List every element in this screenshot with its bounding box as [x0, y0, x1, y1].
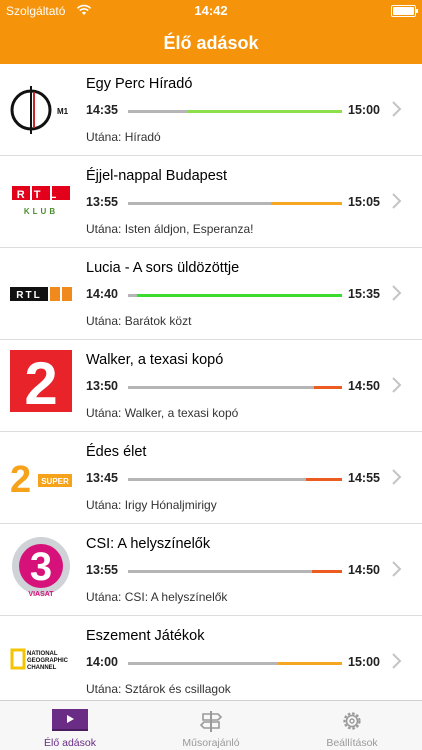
- list-item[interactable]: 3 VIASAT CSI: A helyszínelők 13:55 14:50…: [0, 524, 422, 616]
- super-tv2-logo-number: 2: [10, 459, 31, 501]
- battery-icon: [391, 5, 418, 17]
- svg-text:NATIONAL: NATIONAL: [27, 651, 58, 657]
- start-time: 13:55: [86, 195, 118, 209]
- tab-label: Élő adások: [44, 737, 96, 749]
- next-program: Utána: Barátok közt: [86, 314, 192, 328]
- viasat3-logo: 3 VIASAT: [12, 537, 70, 598]
- start-time: 14:35: [86, 103, 118, 117]
- progress-bar: [128, 294, 342, 297]
- navigation-bar: Szolgáltató 14:42 Élő adások: [0, 0, 422, 64]
- list-item[interactable]: 2 Walker, a texasi kopó 13:50 14:50 Után…: [0, 340, 422, 432]
- progress-bar: [128, 478, 342, 481]
- rtl-klub-logo: RTL KLUB: [12, 186, 70, 216]
- program-title: Walker, a texasi kopó: [86, 352, 224, 368]
- program-title: Lucia - A sors üldözöttje: [86, 260, 240, 276]
- viasat-logo-text: VIASAT: [28, 591, 54, 598]
- start-time: 13:50: [86, 379, 118, 393]
- rtl-logo-text: RTL: [17, 189, 65, 201]
- program-title: Eszement Játékok: [86, 628, 205, 644]
- channel-list[interactable]: M1 Egy Perc Híradó 14:35 15:00 Utána: Hí…: [0, 64, 422, 700]
- tv-icon: [52, 709, 88, 731]
- m1-logo-text: M1: [57, 107, 69, 116]
- list-item[interactable]: 2 SUPER Édes élet 13:45 14:55 Utána: Iri…: [0, 432, 422, 524]
- svg-text:CHANNEL: CHANNEL: [27, 665, 57, 671]
- tab-settings[interactable]: Beállítások: [282, 701, 422, 750]
- end-time: 15:00: [348, 103, 380, 117]
- program-title: Éjjel-nappal Budapest: [86, 168, 228, 184]
- next-program: Utána: Sztárok és csillagok: [86, 682, 231, 696]
- progress-bar: [128, 202, 342, 205]
- tab-label: Beállítások: [326, 737, 378, 749]
- m1-logo: M1: [10, 86, 69, 134]
- program-title: Édes élet: [86, 444, 147, 460]
- super-tv2-logo: 2 SUPER: [10, 459, 72, 501]
- clock: 14:42: [194, 3, 228, 18]
- national-geographic-logo: NATIONAL GEOGRAPHIC CHANNEL: [10, 648, 69, 671]
- end-time: 14:50: [348, 563, 380, 577]
- gear-icon: [343, 712, 361, 730]
- rtl-2-logo: RTL: [10, 287, 72, 301]
- tab-recommendations[interactable]: Műsorajánló: [141, 701, 281, 750]
- chevron-right-icon: [392, 653, 402, 669]
- end-time: 15:05: [348, 195, 380, 209]
- start-time: 14:00: [86, 655, 118, 669]
- list-item[interactable]: NATIONAL GEOGRAPHIC CHANNEL Eszement Ját…: [0, 616, 422, 700]
- program-title: Egy Perc Híradó: [86, 76, 193, 92]
- end-time: 14:55: [348, 471, 380, 485]
- tab-live[interactable]: Élő adások: [0, 701, 140, 750]
- next-program: Utána: Híradó: [86, 130, 161, 144]
- klub-logo-text: KLUB: [24, 207, 58, 216]
- list-item[interactable]: RTL KLUB Éjjel-nappal Budapest 13:55 15:…: [0, 156, 422, 248]
- start-time: 13:55: [86, 563, 118, 577]
- page-title: Élő adások: [163, 33, 259, 53]
- chevron-right-icon: [392, 285, 402, 301]
- list-item[interactable]: M1 Egy Perc Híradó 14:35 15:00 Utána: Hí…: [0, 64, 422, 156]
- end-time: 15:00: [348, 655, 380, 669]
- list-item[interactable]: RTL Lucia - A sors üldözöttje 14:40 15:3…: [0, 248, 422, 340]
- signpost-icon: [199, 711, 223, 732]
- program-title: CSI: A helyszínelők: [86, 536, 211, 552]
- rtl2-logo-text: RTL: [16, 290, 41, 301]
- next-program: Utána: CSI: A helyszínelők: [86, 590, 228, 604]
- svg-text:GEOGRAPHIC: GEOGRAPHIC: [27, 658, 69, 664]
- end-time: 14:50: [348, 379, 380, 393]
- progress-bar: [128, 110, 342, 113]
- viasat3-logo-number: 3: [30, 545, 52, 589]
- super-logo-text: SUPER: [41, 477, 69, 486]
- chevron-right-icon: [392, 469, 402, 485]
- next-program: Utána: Irigy Hónaljmirigy: [86, 498, 217, 512]
- progress-bar: [128, 386, 342, 389]
- start-time: 13:45: [86, 471, 118, 485]
- tv2-logo: 2: [10, 350, 72, 416]
- progress-bar: [128, 570, 342, 573]
- chevron-right-icon: [392, 193, 402, 209]
- start-time: 14:40: [86, 287, 118, 301]
- chevron-right-icon: [392, 101, 402, 117]
- chevron-right-icon: [392, 377, 402, 393]
- end-time: 15:35: [348, 287, 380, 301]
- progress-bar: [128, 662, 342, 665]
- next-program: Utána: Isten áldjon, Esperanza!: [86, 222, 254, 236]
- chevron-right-icon: [392, 561, 402, 577]
- status-bar: Szolgáltató 14:42: [0, 0, 422, 22]
- tab-label: Műsorajánló: [182, 737, 240, 749]
- tab-bar: Élő adások Műsorajánló Beállítások: [0, 700, 422, 750]
- next-program: Utána: Walker, a texasi kopó: [86, 406, 239, 420]
- tv2-logo-text: 2: [24, 350, 57, 416]
